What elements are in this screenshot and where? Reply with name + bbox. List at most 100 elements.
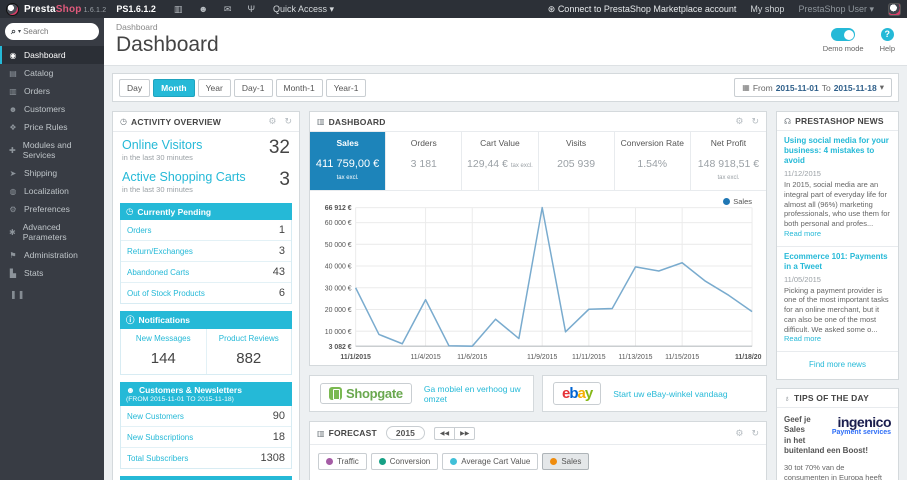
- demo-mode-control[interactable]: Demo mode: [823, 28, 864, 53]
- out-of-stock-link[interactable]: Out of Stock Products: [127, 289, 205, 298]
- new-subscriptions-link[interactable]: New Subscriptions: [127, 433, 193, 442]
- total-subscribers-link[interactable]: Total Subscribers: [127, 454, 188, 463]
- user-avatar[interactable]: [888, 2, 901, 16]
- refresh-icon[interactable]: ↻: [751, 428, 759, 439]
- kpi-conversion-rate[interactable]: Conversion Rate 1.54%: [615, 132, 691, 190]
- sidebar-item-price-rules[interactable]: ❖ Price Rules: [0, 118, 104, 136]
- shopgate-link[interactable]: Ga mobiel en verhoog uw omzet: [424, 384, 523, 404]
- pending-row: Return/Exchanges 3: [121, 241, 291, 262]
- my-shop-link[interactable]: My shop: [750, 4, 784, 14]
- sidebar-collapse-icon[interactable]: ❚❚: [0, 282, 104, 307]
- brand-presta: Presta: [24, 3, 56, 15]
- gear-icon[interactable]: ⚙: [735, 428, 743, 439]
- cart-icon: ▥: [317, 117, 325, 126]
- cart-icon[interactable]: ▥: [174, 4, 183, 15]
- kpi-cart-value[interactable]: Cart Value 129,44 € tax excl.: [462, 132, 539, 190]
- toggle-label: Traffic: [337, 457, 359, 466]
- date-range-picker[interactable]: ▦ From 2015-11-01 To 2015-11-18 ▾: [734, 78, 892, 97]
- kpi-visits[interactable]: Visits 205 939: [539, 132, 615, 190]
- sidebar-item-administration[interactable]: ⚑ Administration: [0, 246, 104, 264]
- ebay-link[interactable]: Start uw eBay-winkel vandaag: [613, 389, 727, 399]
- refresh-icon[interactable]: ↻: [284, 116, 292, 127]
- sidebar-item-advanced-parameters[interactable]: ✱ Advanced Parameters: [0, 218, 104, 246]
- search-caret-icon[interactable]: ▾: [18, 28, 21, 35]
- shipping-icon: ➤: [9, 168, 17, 178]
- svg-text:20 000 €: 20 000 €: [325, 306, 352, 314]
- kpi-net-profit[interactable]: Net Profit 148 918,51 € tax excl.: [691, 132, 766, 190]
- read-more-link[interactable]: Read more: [784, 334, 821, 343]
- kpi-suffix: tax excl.: [336, 175, 359, 181]
- news-article: Ecommerce 101: Payments in a Tweet 11/05…: [777, 247, 898, 352]
- help-icon[interactable]: ?: [880, 28, 894, 41]
- help-control[interactable]: ? Help: [880, 28, 895, 53]
- online-visitors-link[interactable]: Online Visitors: [122, 138, 202, 152]
- sidebar-item-customers[interactable]: ☻ Customers: [0, 100, 104, 118]
- sidebar-item-preferences[interactable]: ⚙ Preferences: [0, 200, 104, 218]
- gear-icon[interactable]: ⚙: [735, 116, 743, 127]
- refresh-icon[interactable]: ↻: [751, 116, 759, 127]
- dashboard-panel-title: DASHBOARD: [328, 116, 386, 127]
- sidebar-item-dashboard[interactable]: ◉ Dashboard: [0, 46, 104, 64]
- abandoned-carts-link[interactable]: Abandoned Carts: [127, 268, 189, 277]
- chart-legend[interactable]: Sales: [723, 197, 752, 206]
- sidebar-search[interactable]: ⌕ ▾: [5, 23, 99, 40]
- active-carts-link[interactable]: Active Shopping Carts: [122, 170, 246, 184]
- sidebar-item-shipping[interactable]: ➤ Shipping: [0, 164, 104, 182]
- forecast-next-button[interactable]: ▶▶: [454, 426, 476, 440]
- sidebar-item-label: Modules and Services: [22, 140, 72, 160]
- kpi-label: Orders: [410, 138, 437, 148]
- forecast-avg-cart-toggle[interactable]: Average Cart Value: [442, 453, 539, 470]
- gear-icon[interactable]: ⚙: [268, 116, 276, 127]
- pending-row: Orders 1: [121, 220, 291, 241]
- sidebar-item-catalog[interactable]: ▤ Catalog: [0, 64, 104, 82]
- filter-day-button[interactable]: Day: [119, 78, 151, 97]
- badges-icon[interactable]: Ψ: [247, 4, 255, 15]
- svg-text:66 912 €: 66 912 €: [325, 204, 352, 212]
- currently-pending-section: ◷ Currently Pending Orders 1 Return/Exchan…: [120, 203, 292, 304]
- forecast-prev-button[interactable]: ◀◀: [433, 426, 455, 440]
- filter-day-1-button[interactable]: Day-1: [233, 78, 273, 97]
- sidebar-item-stats[interactable]: ▙ Stats: [0, 264, 104, 282]
- product-reviews-link[interactable]: Product Reviews: [209, 334, 290, 343]
- quick-access-menu[interactable]: Quick Access ▾: [273, 4, 334, 15]
- forecast-conversion-toggle[interactable]: Conversion: [370, 453, 439, 470]
- search-input[interactable]: [23, 27, 76, 36]
- sidebar-item-localization[interactable]: ◍ Localization: [0, 182, 104, 200]
- kpi-orders[interactable]: Orders 3 181: [386, 132, 463, 190]
- filter-month-button[interactable]: Month: [153, 78, 195, 97]
- sales-dot-icon: [550, 458, 558, 465]
- read-more-link[interactable]: Read more: [784, 229, 821, 238]
- forecast-traffic-toggle[interactable]: Traffic: [318, 453, 367, 470]
- tip-body-text: 30 tot 70% van de consumenten in Europa …: [784, 462, 882, 480]
- page-header: Dashboard Dashboard Demo mode ? Help: [104, 18, 907, 66]
- user-menu[interactable]: PrestaShop User ▾: [798, 4, 874, 15]
- toggle-label: Sales: [561, 457, 582, 466]
- new-messages-link[interactable]: New Messages: [123, 334, 204, 343]
- svg-text:3 082 €: 3 082 €: [329, 343, 352, 351]
- modules-icon: ✚: [9, 145, 16, 155]
- svg-text:30 000 €: 30 000 €: [325, 284, 352, 292]
- breadcrumb[interactable]: Dashboard: [116, 22, 219, 32]
- new-customers-link[interactable]: New Customers: [127, 412, 184, 421]
- filter-year-1-button[interactable]: Year-1: [325, 78, 367, 97]
- forecast-sales-toggle[interactable]: Sales: [542, 453, 590, 470]
- find-more-news-link[interactable]: Find more news: [777, 352, 898, 379]
- messages-icon[interactable]: ✉: [224, 4, 232, 15]
- news-article-title[interactable]: Using social media for your business: 4 …: [784, 136, 891, 166]
- sidebar-item-orders[interactable]: ▥ Orders: [0, 82, 104, 100]
- pending-orders-link[interactable]: Orders: [127, 226, 151, 235]
- help-label: Help: [879, 44, 895, 53]
- filter-year-button[interactable]: Year: [197, 78, 231, 97]
- filter-month-1-button[interactable]: Month-1: [275, 78, 323, 97]
- sidebar: ⌕ ▾ ◉ Dashboard ▤ Catalog ▥ Orders ☻ Custome…: [0, 18, 104, 480]
- sidebar-item-label: Dashboard: [24, 50, 66, 60]
- active-carts-value: 3: [279, 169, 290, 190]
- demo-mode-toggle[interactable]: [831, 28, 856, 41]
- marketplace-link[interactable]: ⊛ Connect to PrestaShop Marketplace acco…: [548, 4, 737, 15]
- kpi-sales[interactable]: Sales 411 759,00 € tax excl.: [310, 132, 387, 190]
- sidebar-item-modules[interactable]: ✚ Modules and Services: [0, 136, 104, 164]
- customers-icon[interactable]: ☻: [198, 4, 207, 15]
- pending-returns-link[interactable]: Return/Exchanges: [127, 247, 193, 256]
- product-reviews-cell: Product Reviews 882: [205, 329, 292, 374]
- news-article-title[interactable]: Ecommerce 101: Payments in a Tweet: [784, 252, 891, 272]
